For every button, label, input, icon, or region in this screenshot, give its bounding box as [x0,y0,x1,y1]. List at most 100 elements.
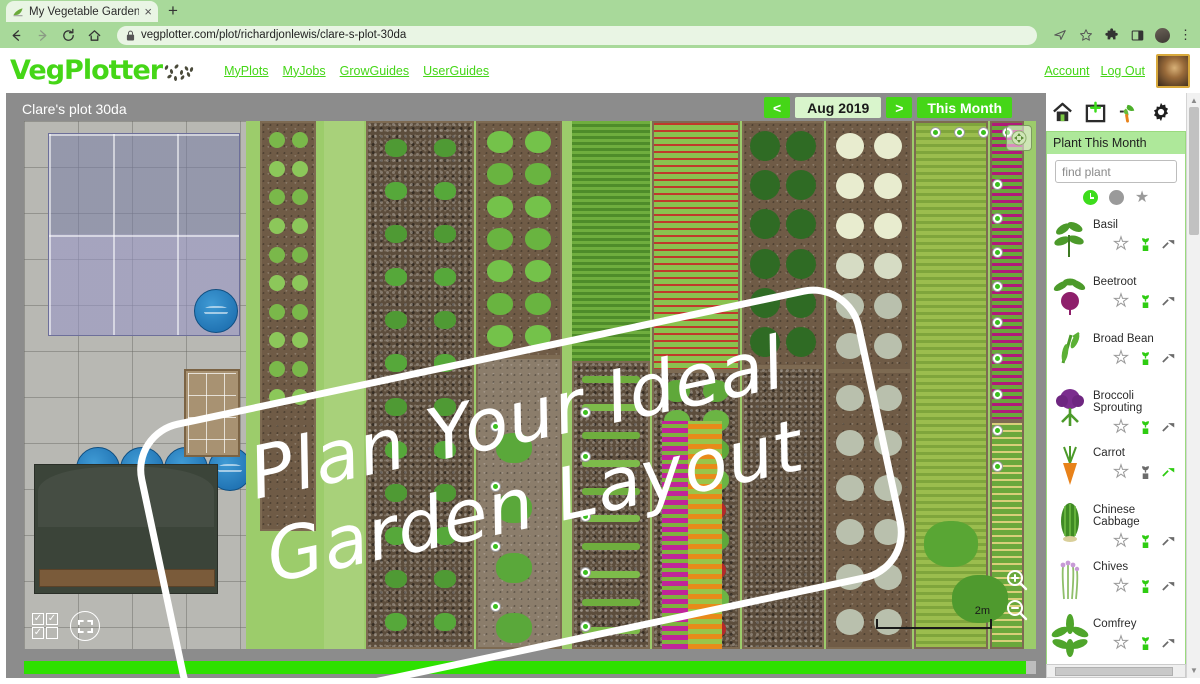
crop-row[interactable] [688,421,722,649]
plant-marker[interactable] [992,281,1003,292]
plot-horizontal-scrollbar[interactable] [24,661,1036,674]
plant-out-icon[interactable] [1161,350,1177,366]
back-icon[interactable] [8,27,25,44]
raised-bed[interactable] [826,371,912,649]
page-vertical-scrollbar[interactable]: ▲ ▼ [1186,93,1200,678]
address-bar[interactable]: vegplotter.com/plot/richardjonlewis/clar… [117,25,1037,45]
next-month-button[interactable]: > [886,97,913,118]
water-butt[interactable] [194,289,238,333]
favourite-star-icon[interactable]: ★ [1113,349,1129,367]
favourite-star-icon[interactable]: ★ [1113,418,1129,436]
extensions-puzzle-icon[interactable] [1103,27,1120,44]
home-icon[interactable] [86,27,103,44]
sidebar-horizontal-scrollbar[interactable] [1046,664,1186,678]
user-avatar[interactable] [1156,53,1190,88]
settings-gear-icon[interactable] [1149,100,1173,124]
list-item[interactable]: Broccoli Sprouting ★ [1047,382,1185,439]
favourite-star-icon[interactable]: ★ [1113,292,1129,310]
plant-marker[interactable] [992,317,1003,328]
nav-link-myjobs[interactable]: MyJobs [283,64,326,78]
forward-icon[interactable] [34,27,51,44]
list-item[interactable]: Chives ★ [1047,553,1185,610]
plant-marker[interactable] [580,451,591,462]
shed[interactable] [34,464,218,594]
plant-out-icon[interactable] [1161,236,1177,252]
sow-seed-icon[interactable] [1137,293,1153,309]
bookmark-star-icon[interactable] [1077,27,1094,44]
plant-list[interactable]: Basil ★ Beetroot ★ Broad Bean ★ Broccoli… [1047,211,1185,675]
raised-bed[interactable] [366,121,474,649]
plant-marker[interactable] [490,421,501,432]
plant-out-icon[interactable] [1161,293,1177,309]
zoom-out-button[interactable] [1004,597,1030,623]
site-logo[interactable]: VegPlotter [10,55,196,86]
sow-seed-icon[interactable] [1137,236,1153,252]
plant-marker[interactable] [490,541,501,552]
plant-marker[interactable] [992,353,1003,364]
plant-out-icon[interactable] [1161,635,1177,651]
raised-bed[interactable] [742,367,824,649]
reload-icon[interactable] [60,27,77,44]
page-scrollbar-thumb[interactable] [1189,107,1199,235]
plant-marker[interactable] [992,213,1003,224]
plant-marker[interactable] [992,389,1003,400]
crop-row[interactable] [652,121,740,371]
plot-scrollbar-thumb[interactable] [24,661,1026,674]
prev-month-button[interactable]: < [764,97,791,118]
crop-row[interactable] [990,121,1024,421]
sow-now-filter[interactable] [1082,190,1098,205]
tab-close-icon[interactable]: × [144,5,152,18]
select-all-icon[interactable]: ✓ ✓ ✓ [32,613,58,639]
list-item[interactable]: Chinese Cabbage ★ [1047,496,1185,553]
sow-seed-icon[interactable] [1137,464,1153,480]
favourite-star-icon[interactable]: ★ [1113,463,1129,481]
marquee-select-icon[interactable] [70,611,100,641]
favourites-filter[interactable]: ★ [1135,190,1149,206]
plant-out-icon[interactable] [1161,533,1177,549]
current-month-label[interactable]: Aug 2019 [795,97,882,118]
nav-link-growguides[interactable]: GrowGuides [340,64,409,78]
sow-seed-icon[interactable] [1137,635,1153,651]
scroll-down-icon[interactable]: ▼ [1190,666,1198,675]
plant-marker[interactable] [490,601,501,612]
plant-out-icon[interactable] [1161,464,1177,480]
raised-bed[interactable] [742,121,824,367]
sow-seed-icon[interactable] [1137,419,1153,435]
share-icon[interactable] [1051,27,1068,44]
scroll-up-icon[interactable]: ▲ [1190,96,1198,105]
nav-link-userguides[interactable]: UserGuides [423,64,489,78]
raised-bed[interactable] [476,121,562,357]
plant-out-icon[interactable] [1161,419,1177,435]
plant-out-icon[interactable] [1161,578,1177,594]
browser-menu-icon[interactable]: ⋮ [1179,27,1192,43]
side-panel-icon[interactable] [1129,27,1146,44]
sow-seed-icon[interactable] [1137,533,1153,549]
home-icon[interactable] [1050,100,1074,124]
plant-marker[interactable] [992,247,1003,258]
zoom-in-button[interactable] [1004,567,1030,593]
raised-bed[interactable] [260,121,316,531]
crop-row[interactable] [662,421,688,649]
plant-marker[interactable] [580,511,591,522]
browser-profile-avatar[interactable] [1155,27,1170,43]
sidebar-scrollbar-thumb[interactable] [1055,667,1173,676]
this-month-button[interactable]: This Month [917,97,1012,118]
plant-marker[interactable] [490,481,501,492]
find-plant-input[interactable]: find plant [1055,160,1177,183]
plant-marker[interactable] [992,179,1003,190]
favourite-star-icon[interactable]: ★ [1113,634,1129,652]
list-item[interactable]: Beetroot ★ [1047,268,1185,325]
browser-tab[interactable]: My Vegetable Garden Plan × [6,1,158,22]
sow-seed-icon[interactable] [1137,578,1153,594]
list-item[interactable]: Comfrey ★ [1047,610,1185,667]
new-tab-button[interactable]: + [168,1,178,21]
pan-control-button[interactable] [1006,125,1032,151]
plant-marker[interactable] [992,425,1003,436]
favourite-star-icon[interactable]: ★ [1113,235,1129,253]
plant-marker[interactable] [978,127,989,138]
list-item[interactable]: Basil ★ [1047,211,1185,268]
cold-frame[interactable] [184,369,240,457]
sow-seed-icon[interactable] [1137,350,1153,366]
plant-marker[interactable] [580,567,591,578]
raised-bed[interactable] [826,121,912,371]
